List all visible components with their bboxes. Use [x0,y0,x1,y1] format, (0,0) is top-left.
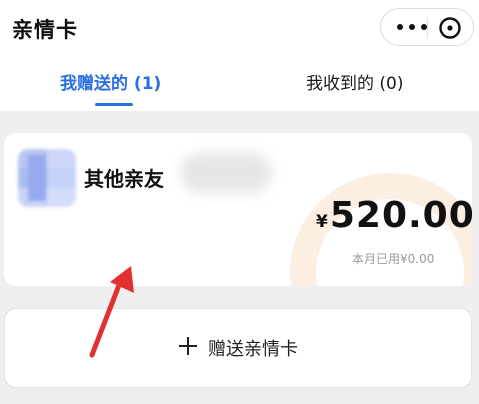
active-tab-indicator [95,103,133,106]
close-circle-icon[interactable] [438,16,462,40]
more-dots-icon[interactable] [397,15,427,39]
avatar [18,149,76,207]
gift-card-button-label: 赠送亲情卡 [208,339,298,360]
capsule-divider [427,18,428,38]
tab-bar: 我赠送的 (1) 我收到的 (0) [0,56,479,111]
recipient-name: 其他亲友 [84,167,164,191]
gift-card-button[interactable]: 赠送亲情卡 [4,308,472,388]
tab-given[interactable]: 我赠送的 (1) [60,70,161,98]
card-amount: ¥ 520.00 [316,195,472,241]
monthly-used-text: 本月已用¥0.00 [352,252,435,266]
mini-program-capsule [380,8,474,46]
amount-value: 520.00 [329,195,472,236]
top-bar: 亲情卡 [0,0,479,56]
currency-symbol: ¥ [316,212,328,232]
family-card[interactable]: 其他亲友 ¥ 520.00 本月已用¥0.00 [4,133,472,286]
tab-received[interactable]: 我收到的 (0) [306,70,403,98]
plus-icon [178,336,198,360]
blurred-name-detail [180,153,272,193]
page-title: 亲情卡 [12,18,78,42]
